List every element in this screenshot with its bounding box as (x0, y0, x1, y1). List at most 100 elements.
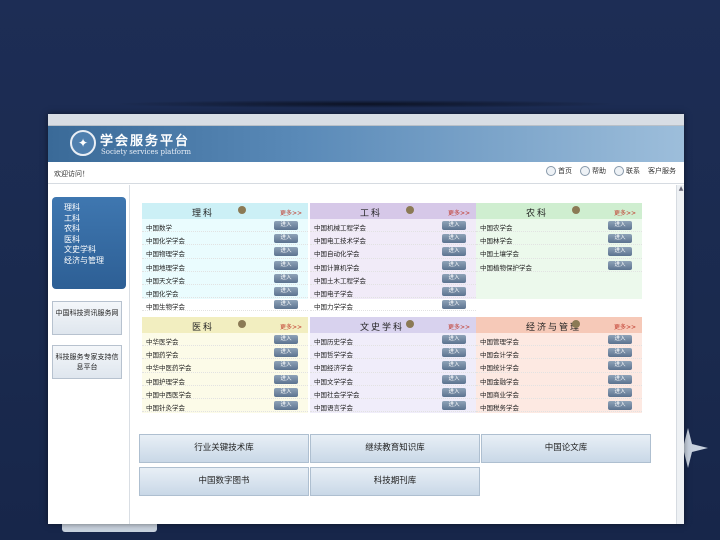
society-name[interactable]: 中国中西医学会 (146, 389, 192, 399)
enter-button[interactable]: 进入 (274, 260, 298, 270)
list-item[interactable]: 中国电子学会 进入 (310, 285, 476, 299)
society-name[interactable]: 中国历史学会 (314, 336, 353, 346)
society-name[interactable]: 中国力学学会 (314, 301, 353, 311)
bottom-link-digital-books[interactable]: 中国数字图书 (139, 467, 309, 496)
enter-button[interactable]: 进入 (442, 374, 466, 384)
sidebar-button-expert-platform[interactable]: 科技服务专家支持信息平台 (52, 345, 122, 379)
enter-button[interactable]: 进入 (442, 273, 466, 283)
scrollbar[interactable]: ▲ (676, 185, 684, 524)
enter-button[interactable]: 进入 (608, 260, 632, 270)
society-name[interactable]: 中华中医药学会 (146, 362, 192, 372)
sidebar-item-humanities[interactable]: 文史学科 (64, 245, 126, 256)
list-item[interactable]: 中国电工技术学会 进入 (310, 232, 476, 246)
panel-more-link[interactable]: 更多>> (280, 208, 302, 217)
bottom-link-continuing-education[interactable]: 继续教育知识库 (310, 434, 480, 463)
society-name[interactable]: 中国机械工程学会 (314, 222, 366, 232)
society-name[interactable]: 中国林学会 (480, 235, 513, 245)
list-item[interactable]: 中国金融学会 进入 (476, 373, 642, 386)
list-item[interactable]: 中国天文学会 进入 (142, 272, 308, 285)
enter-button[interactable]: 进入 (608, 361, 632, 371)
enter-button[interactable]: 进入 (442, 221, 466, 230)
society-name[interactable]: 中国天文学会 (146, 275, 185, 285)
list-item[interactable]: 中国经济学会 进入 (310, 359, 476, 373)
society-name[interactable]: 中国社会学学会 (314, 389, 360, 399)
enter-button[interactable]: 进入 (442, 247, 466, 257)
list-item[interactable]: 中国农学会 进入 (476, 219, 642, 233)
society-name[interactable]: 中国税务学会 (480, 402, 519, 412)
sidebar-item-science[interactable]: 理科 (64, 203, 126, 214)
society-name[interactable]: 中国会计学会 (480, 349, 519, 359)
list-item[interactable]: 中国哲学学会 进入 (310, 346, 476, 360)
bottom-link-journals[interactable]: 科技期刊库 (310, 467, 480, 496)
society-name[interactable]: 中国电子学会 (314, 288, 353, 298)
list-item[interactable]: 中国统计学会 进入 (476, 359, 642, 373)
list-item[interactable]: 中国历史学会 进入 (310, 333, 476, 347)
society-name[interactable]: 中国语言学会 (314, 402, 353, 412)
enter-button[interactable]: 进入 (442, 300, 466, 310)
enter-button[interactable]: 进入 (608, 221, 632, 230)
enter-button[interactable]: 进入 (442, 387, 466, 397)
society-name[interactable]: 中国针灸学会 (146, 402, 185, 412)
list-item[interactable]: 中国文学学会 进入 (310, 373, 476, 386)
sidebar-item-medicine[interactable]: 医科 (64, 235, 126, 246)
enter-button[interactable]: 进入 (274, 273, 298, 283)
society-name[interactable]: 中国药学会 (146, 349, 179, 359)
list-item[interactable]: 中国管理学会 进入 (476, 333, 642, 347)
list-item[interactable]: 中国中西医学会 进入 (142, 386, 308, 399)
enter-button[interactable]: 进入 (274, 400, 298, 410)
panel-more-link[interactable]: 更多>> (614, 322, 636, 331)
enter-button[interactable]: 进入 (274, 374, 298, 384)
sidebar-item-agriculture[interactable]: 农科 (64, 224, 126, 235)
list-item[interactable]: 中国土木工程学会 进入 (310, 272, 476, 285)
society-name[interactable]: 中国电工技术学会 (314, 235, 366, 245)
list-item[interactable]: 中国语言学会 进入 (310, 399, 476, 413)
enter-button[interactable]: 进入 (274, 286, 298, 296)
society-name[interactable]: 中国统计学会 (480, 362, 519, 372)
enter-button[interactable]: 进入 (274, 335, 298, 344)
list-item[interactable]: 中国化学会 进入 (142, 285, 308, 299)
list-item[interactable]: 中国机械工程学会 进入 (310, 219, 476, 233)
toolbar-link-contact[interactable]: 联系 (614, 166, 640, 176)
society-name[interactable]: 中国计算机学会 (314, 262, 360, 272)
toolbar-link-home[interactable]: 首页 (546, 166, 572, 176)
society-name[interactable]: 中国植物保护学会 (480, 262, 532, 272)
enter-button[interactable]: 进入 (608, 335, 632, 344)
list-item[interactable]: 中国物理学会 进入 (142, 245, 308, 259)
enter-button[interactable]: 进入 (442, 286, 466, 296)
enter-button[interactable]: 进入 (274, 300, 298, 310)
society-name[interactable]: 中国地理学会 (146, 262, 185, 272)
list-item[interactable]: 中国林学会 进入 (476, 232, 642, 246)
enter-button[interactable]: 进入 (274, 348, 298, 358)
sidebar-button-info-service[interactable]: 中国科技资讯服务网 (52, 301, 122, 335)
society-name[interactable]: 中国物理学会 (146, 248, 185, 258)
toolbar-link-help[interactable]: 帮助 (580, 166, 606, 176)
enter-button[interactable]: 进入 (274, 361, 298, 371)
enter-button[interactable]: 进入 (274, 234, 298, 244)
list-item[interactable]: 中国地理学会 进入 (142, 259, 308, 272)
society-name[interactable]: 中国农学会 (480, 222, 513, 232)
society-name[interactable]: 中国数学 (146, 222, 172, 232)
list-item[interactable]: 中国税务学会 进入 (476, 399, 642, 413)
society-name[interactable]: 中国金融学会 (480, 376, 519, 386)
society-name[interactable]: 中国文学学会 (314, 376, 353, 386)
society-name[interactable]: 中国经济学会 (314, 362, 353, 372)
enter-button[interactable]: 进入 (274, 247, 298, 257)
bottom-link-industry-tech[interactable]: 行业关键技术库 (139, 434, 309, 463)
list-item[interactable]: 中国护理学会 进入 (142, 373, 308, 386)
bottom-link-paper-library[interactable]: 中国论文库 (481, 434, 651, 463)
list-item[interactable]: 中国计算机学会 进入 (310, 259, 476, 272)
list-item[interactable]: 中国土壤学会 进入 (476, 245, 642, 259)
list-item[interactable]: 中国数学 进入 (142, 219, 308, 233)
society-name[interactable]: 中国管理学会 (480, 336, 519, 346)
society-name[interactable]: 中国哲学学会 (314, 349, 353, 359)
society-name[interactable]: 中国化学学会 (146, 235, 185, 245)
enter-button[interactable]: 进入 (274, 387, 298, 397)
list-item[interactable]: 中国社会学学会 进入 (310, 386, 476, 399)
list-item[interactable]: 中国植物保护学会 进入 (476, 259, 642, 272)
enter-button[interactable]: 进入 (608, 387, 632, 397)
enter-button[interactable]: 进入 (442, 234, 466, 244)
enter-button[interactable]: 进入 (608, 374, 632, 384)
enter-button[interactable]: 进入 (442, 260, 466, 270)
enter-button[interactable]: 进入 (608, 400, 632, 410)
list-item[interactable]: 中国力学学会 进入 (310, 298, 476, 312)
